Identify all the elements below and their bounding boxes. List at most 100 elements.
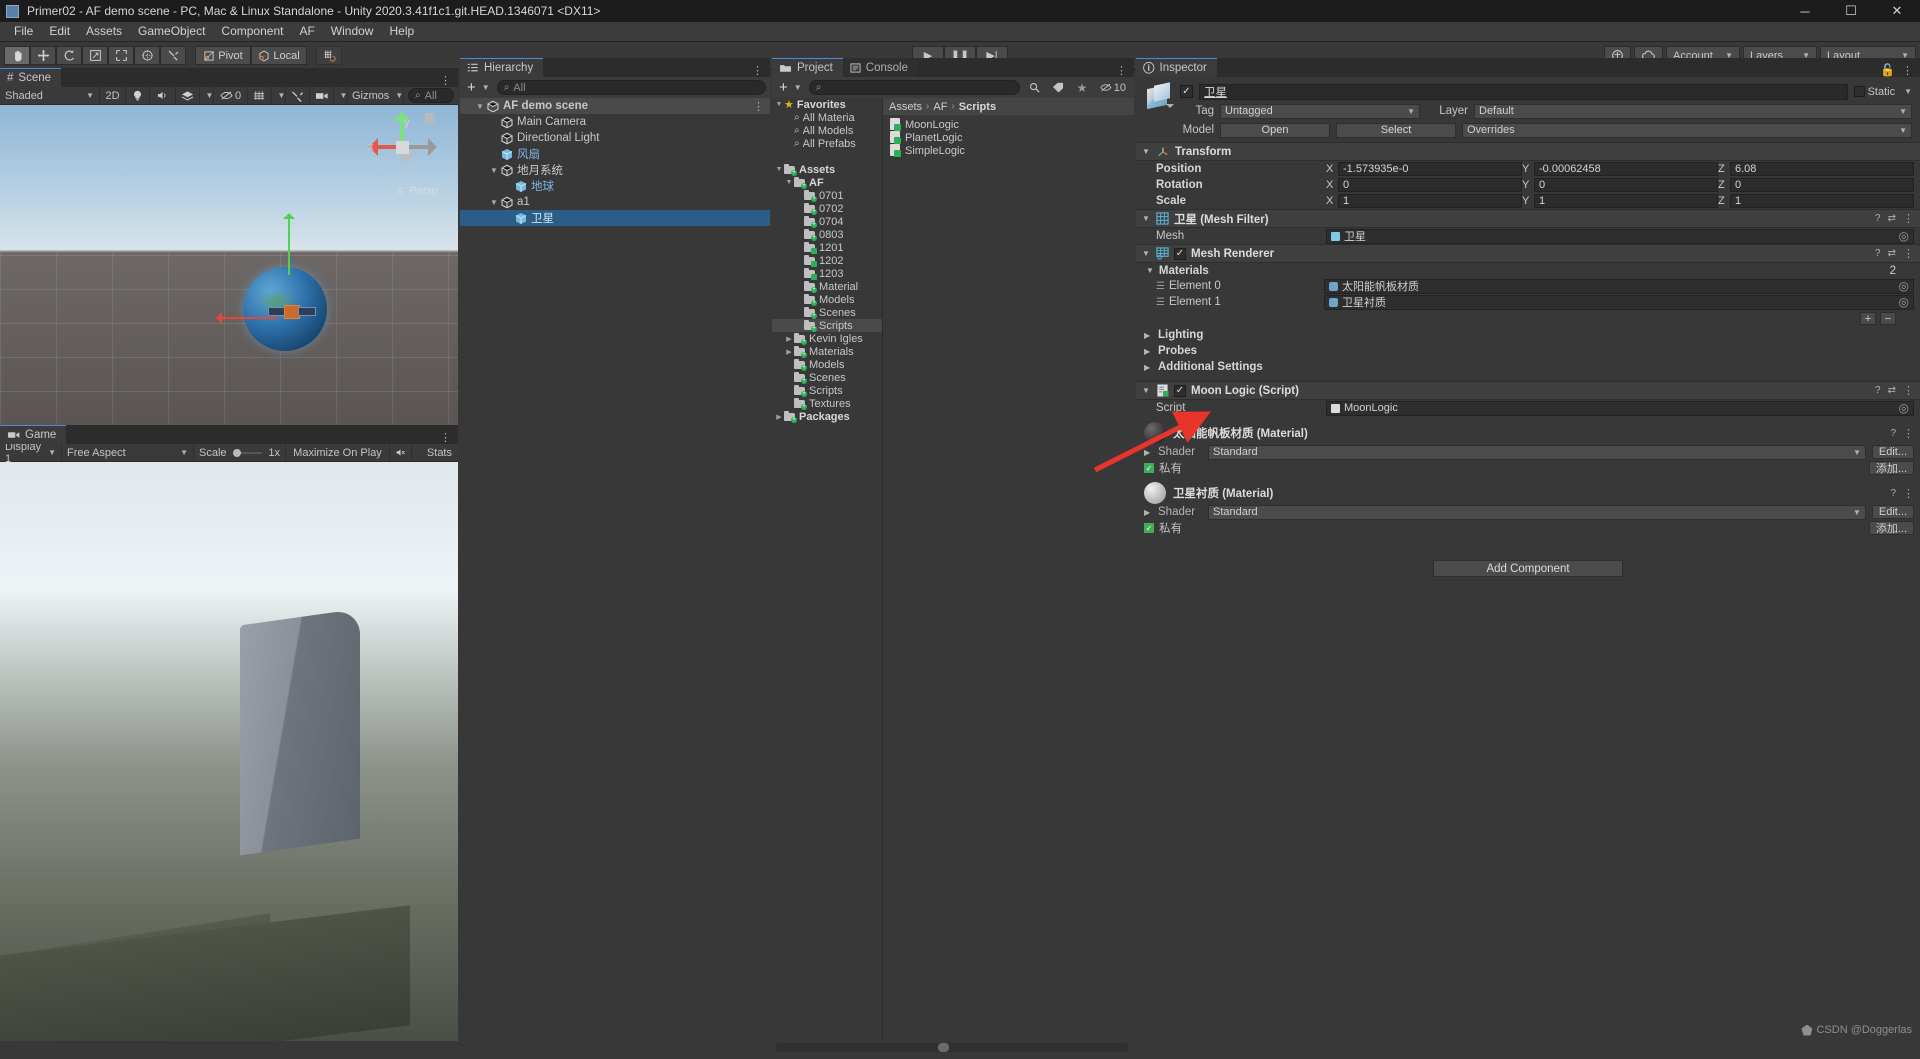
scale-z-input[interactable]: 1 xyxy=(1730,194,1914,208)
material-object-field[interactable]: 太阳能帆板材质 ◎ xyxy=(1323,278,1914,294)
help-icon[interactable]: ? xyxy=(1875,385,1881,396)
grid-snap-icon[interactable] xyxy=(316,46,342,65)
project-tree-item-Scripts[interactable]: + Scripts xyxy=(772,384,882,397)
private-checkbox[interactable]: ✓ xyxy=(1144,523,1154,533)
transform-tool-button[interactable] xyxy=(134,46,160,65)
project-tree-item-Favorites[interactable]: ▼ ★ Favorites xyxy=(772,98,882,112)
private-checkbox[interactable]: ✓ xyxy=(1144,463,1154,473)
component-menu-kebab-icon[interactable]: ⋮ xyxy=(1903,247,1914,260)
foldout-arrow-icon[interactable]: ▶ xyxy=(784,335,794,343)
favorite-star-icon[interactable]: ★ xyxy=(1072,79,1092,96)
search-by-label-icon[interactable] xyxy=(1048,79,1068,96)
rect-tool-button[interactable] xyxy=(108,46,134,65)
minimize-button[interactable]: ─ xyxy=(1782,0,1828,22)
toggle-2d-button[interactable]: 2D xyxy=(100,87,126,104)
menu-item-window[interactable]: Window xyxy=(323,22,382,41)
moon-logic-enabled-checkbox[interactable]: ✓ xyxy=(1174,384,1186,397)
gizmos-dropdown[interactable]: Gizmos ▼ xyxy=(348,87,404,104)
tab-console[interactable]: Console xyxy=(842,58,918,77)
material-card-header[interactable]: 卫星衬质 (Material)? ⋮ xyxy=(1136,482,1920,504)
menu-item-help[interactable]: Help xyxy=(381,22,422,41)
menu-item-component[interactable]: Component xyxy=(213,22,291,41)
menu-item-file[interactable]: File xyxy=(6,22,41,41)
hierarchy-item-卫星[interactable]: 卫星 xyxy=(460,210,770,226)
scale-tool-button[interactable] xyxy=(82,46,108,65)
foldout-arrow-icon[interactable]: ▼ xyxy=(488,166,500,175)
inspector-menu-kebab-icon[interactable]: ⋮ xyxy=(1902,64,1913,77)
scene-menu-kebab-icon[interactable]: ⋮ xyxy=(440,74,451,87)
project-tree-item-Scenes[interactable]: + Scenes xyxy=(772,371,882,384)
preset-icon[interactable]: ⇄ xyxy=(1888,213,1896,224)
lightbulb-icon[interactable] xyxy=(126,87,150,104)
scene-search-input[interactable]: ⌕ All xyxy=(408,88,454,103)
material-add-button[interactable]: 添加... xyxy=(1868,461,1914,475)
materials-section-header[interactable]: ▼ Materials 2 xyxy=(1136,263,1920,278)
hierarchy-search-input[interactable]: ⌕ All xyxy=(496,80,766,95)
project-tree-item-All Models[interactable]: ⌕ All Models xyxy=(772,124,882,137)
project-search-input[interactable]: ⌕ xyxy=(808,80,1020,95)
gizmo-axis-x[interactable] xyxy=(216,312,278,324)
menu-item-edit[interactable]: Edit xyxy=(41,22,78,41)
scene-viewport[interactable]: y x ≤ Persp xyxy=(0,105,458,426)
project-file-MoonLogic[interactable]: MoonLogic xyxy=(883,118,1134,131)
mesh-object-field[interactable]: 卫星 ◎ xyxy=(1326,228,1914,244)
audio-icon[interactable] xyxy=(150,87,176,104)
shader-dropdown[interactable]: Standard ▼ xyxy=(1208,504,1866,520)
project-tree-item-Textures[interactable]: + Textures xyxy=(772,397,882,410)
menu-item-af[interactable]: AF xyxy=(291,22,322,41)
project-tree-item-Scenes[interactable]: + Scenes xyxy=(772,306,882,319)
scene-tools-icon[interactable] xyxy=(286,87,310,104)
perspective-indicator[interactable]: ≤ Persp xyxy=(397,185,438,197)
scene-camera-icon[interactable] xyxy=(310,87,334,104)
foldout-arrow-icon[interactable]: ▼ xyxy=(1142,249,1151,258)
static-toggle[interactable]: Static ▼ xyxy=(1853,86,1912,98)
renderer-foldout-probes[interactable]: ▶ Probes xyxy=(1136,343,1920,359)
project-tree-item-0803[interactable]: +0803 xyxy=(772,228,882,241)
project-tree-item-Packages[interactable]: ▶ + Packages xyxy=(772,410,882,423)
scale-x-input[interactable]: 1 xyxy=(1338,194,1522,208)
effects-dropdown-icon[interactable]: ▼ xyxy=(200,87,214,104)
custom-tool-button[interactable] xyxy=(160,46,186,65)
hierarchy-menu-kebab-icon[interactable]: ⋮ xyxy=(752,64,763,77)
hierarchy-item-地球[interactable]: 地球 xyxy=(460,178,770,194)
project-tree-item-0704[interactable]: +0704 xyxy=(772,215,882,228)
model-select-button[interactable]: Select xyxy=(1336,122,1456,138)
help-icon[interactable]: ? xyxy=(1890,488,1896,499)
search-by-type-icon[interactable] xyxy=(1024,79,1044,96)
model-open-button[interactable]: Open xyxy=(1220,122,1330,138)
tab-scene[interactable]: # Scene xyxy=(0,68,62,87)
foldout-arrow-icon[interactable]: ▼ xyxy=(488,198,500,207)
project-tree-item-Scripts[interactable]: + Scripts xyxy=(772,319,882,332)
tab-inspector[interactable]: ⓘ Inspector xyxy=(1136,58,1217,77)
project-menu-kebab-icon[interactable]: ⋮ xyxy=(1116,64,1127,77)
scene-orientation-gizmo[interactable]: y x xyxy=(368,112,437,181)
project-tree-item-Kevin Igles[interactable]: ▶ + Kevin Igles xyxy=(772,332,882,345)
scale-slider[interactable]: Scale 1x xyxy=(194,444,286,461)
help-icon[interactable]: ? xyxy=(1890,428,1896,439)
foldout-arrow-icon[interactable]: ▶ xyxy=(1144,363,1152,372)
project-tree-item-1201[interactable]: 1201 xyxy=(772,241,882,254)
project-tree-item-All Materia[interactable]: ⌕ All Materia xyxy=(772,111,882,124)
drag-handle-icon[interactable]: ☰ xyxy=(1156,281,1165,292)
hierarchy-item-Main Camera[interactable]: Main Camera xyxy=(460,114,770,130)
mesh-renderer-enabled-checkbox[interactable]: ✓ xyxy=(1174,247,1186,260)
project-horizontal-scrollbar[interactable] xyxy=(776,1043,1128,1052)
object-name-input[interactable]: 卫星 xyxy=(1199,83,1848,100)
foldout-arrow-icon[interactable]: ▶ xyxy=(774,413,784,421)
shader-edit-button[interactable]: Edit... xyxy=(1871,445,1914,459)
project-tree-item-Models[interactable]: + Models xyxy=(772,358,882,371)
foldout-arrow-icon[interactable]: ▼ xyxy=(474,102,486,111)
scene-grid-icon[interactable] xyxy=(248,87,272,104)
foldout-arrow-icon[interactable]: ▼ xyxy=(1146,266,1154,275)
move-tool-button[interactable] xyxy=(30,46,56,65)
foldout-arrow-icon[interactable]: ▶ xyxy=(1144,448,1152,457)
scale-y-input[interactable]: 1 xyxy=(1534,194,1718,208)
preset-icon[interactable]: ⇄ xyxy=(1888,385,1896,396)
renderer-foldout-lighting[interactable]: ▶ Lighting xyxy=(1136,327,1920,343)
project-tree-item-All Prefabs[interactable]: ⌕ All Prefabs xyxy=(772,137,882,150)
object-enabled-checkbox[interactable]: ✓ xyxy=(1180,85,1193,98)
project-tree-item-Assets[interactable]: ▼ + Assets xyxy=(772,163,882,176)
lock-icon[interactable]: 🔓 xyxy=(1880,63,1895,77)
tag-dropdown[interactable]: Untagged ▼ xyxy=(1220,103,1420,119)
foldout-arrow-icon[interactable]: ▶ xyxy=(1144,331,1152,340)
